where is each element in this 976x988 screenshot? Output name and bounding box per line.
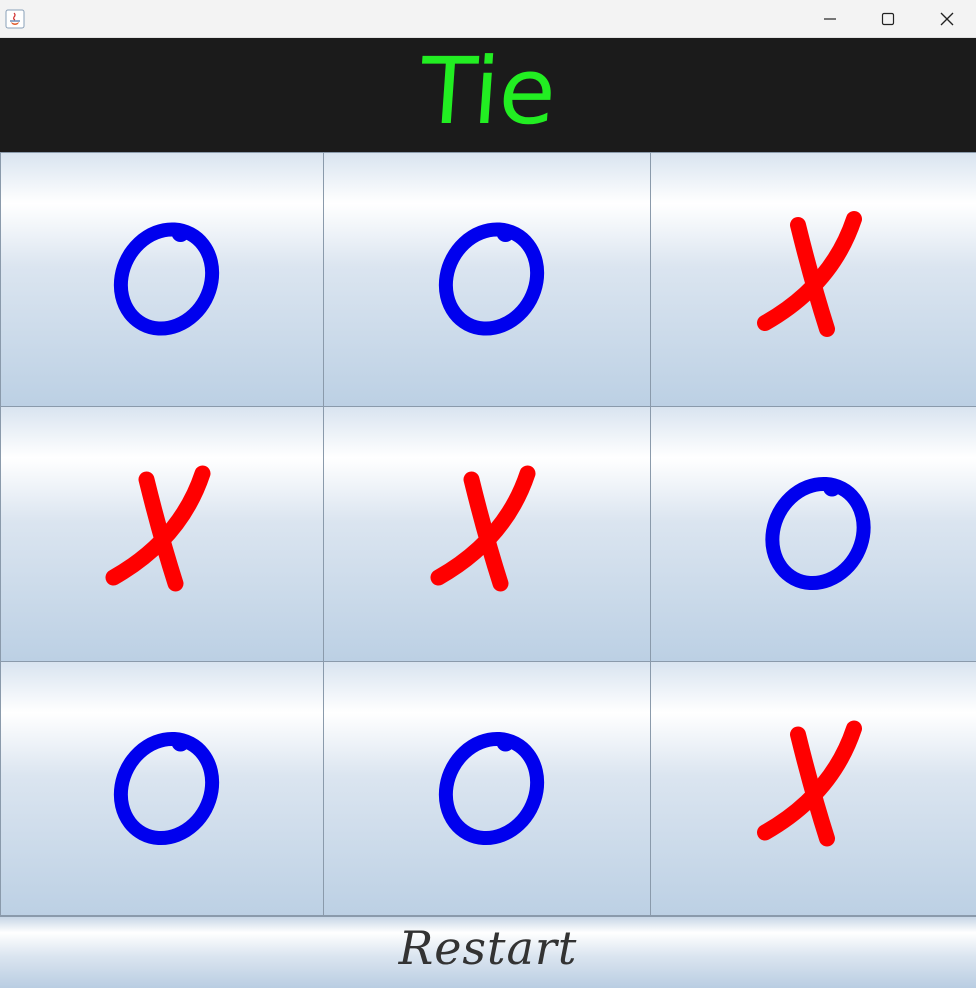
board-cell-bottom-center[interactable] [323,661,651,917]
o-mark [438,222,545,336]
board-cell-middle-right[interactable] [650,406,976,662]
close-icon [940,12,954,26]
board-cell-top-center[interactable] [323,152,651,407]
board-cell-bottom-right[interactable] [650,661,976,917]
board-cell-bottom-left[interactable] [0,661,324,917]
minimize-icon [824,18,836,20]
restart-label: Restart [398,920,578,975]
board-cell-middle-left[interactable] [0,406,324,662]
o-mark [438,731,545,846]
o-mark [765,476,871,591]
board-cell-top-left[interactable] [0,152,324,407]
o-mark [113,731,220,846]
game-board [0,152,976,917]
o-mark [113,222,220,336]
window-titlebar [0,0,976,38]
restart-button[interactable]: Restart [0,915,976,988]
status-panel: Tie [0,38,976,152]
maximize-button[interactable] [859,0,917,38]
minimize-button[interactable] [801,0,859,38]
x-mark [757,211,862,337]
java-icon[interactable] [5,9,25,29]
x-mark [105,465,211,592]
board-cell-center[interactable] [323,406,651,662]
close-button[interactable] [918,0,976,38]
x-mark [430,465,536,592]
x-mark [757,720,862,847]
maximize-icon [881,12,895,26]
game-status-text: Tie [416,38,560,145]
board-cell-top-right[interactable] [650,152,976,407]
